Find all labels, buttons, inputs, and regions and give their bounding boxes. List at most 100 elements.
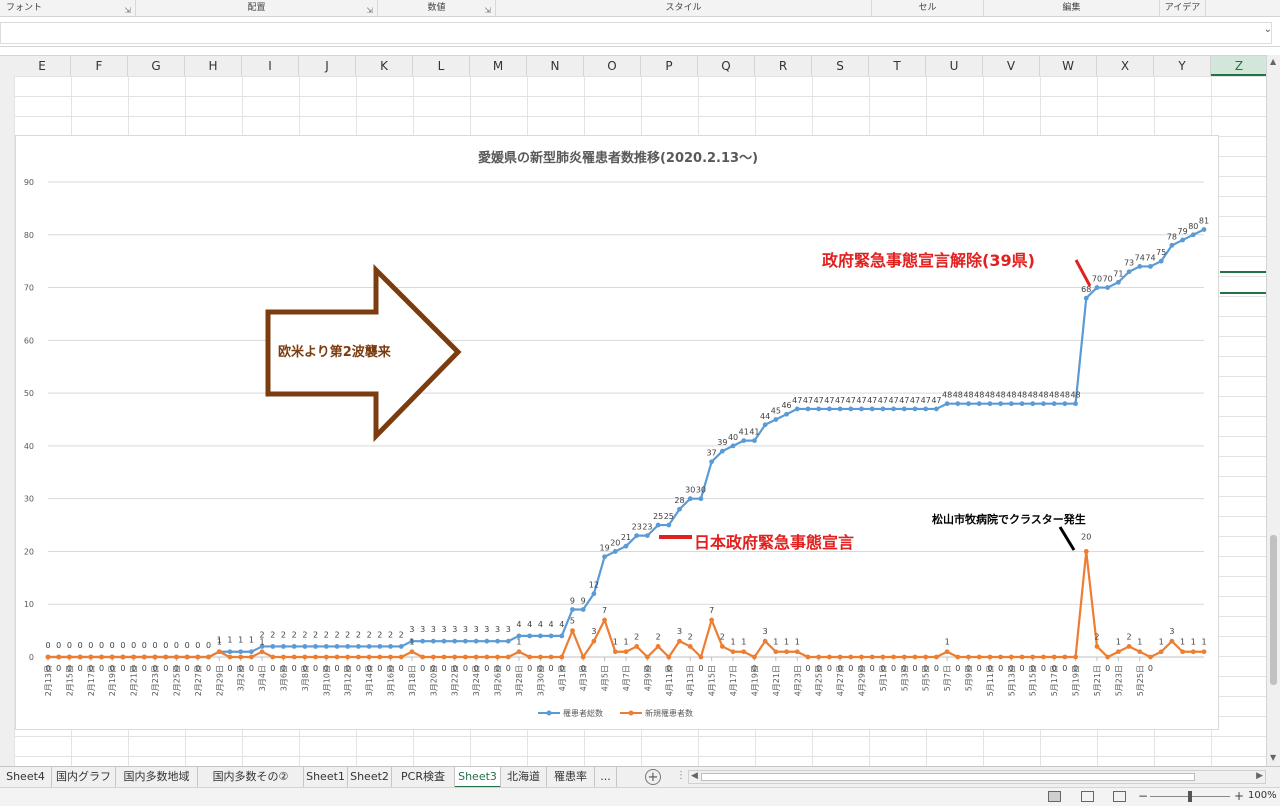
ribbon-group-alignment[interactable]: 配置 ⇲ (136, 0, 378, 16)
data-label: 0 (270, 664, 275, 673)
data-point (1041, 654, 1046, 660)
data-point (216, 649, 222, 655)
zoom-slider-knob[interactable] (1188, 791, 1192, 802)
column-header-m[interactable]: M (470, 56, 527, 76)
data-label: 3 (763, 627, 768, 636)
zoom-out-button[interactable]: − (1138, 789, 1148, 803)
legend-marker-total (546, 710, 552, 716)
data-point (934, 654, 939, 660)
data-point (612, 549, 618, 554)
data-label: 2 (345, 630, 350, 639)
column-header-u[interactable]: U (926, 56, 983, 76)
x-tick-label: 4月13日 (686, 665, 695, 696)
sheet-tab[interactable]: Sheet2 (348, 767, 392, 788)
column-header-r[interactable]: R (755, 56, 812, 76)
data-label: 2 (324, 630, 329, 639)
x-tick-label: 3月18日 (408, 665, 417, 696)
sheet-tab[interactable]: Sheet3 (455, 767, 501, 788)
scroll-left-icon[interactable]: ◀ (691, 771, 698, 781)
sheet-tab[interactable]: Sheet4 (0, 767, 52, 788)
sheet-tab[interactable]: Sheet1 (304, 767, 348, 788)
data-point (1030, 401, 1036, 407)
column-header-i[interactable]: I (242, 56, 299, 76)
dialog-launcher-icon[interactable]: ⇲ (124, 3, 131, 19)
sheet-tab[interactable]: PCR検査 (392, 767, 455, 788)
column-header-s[interactable]: S (812, 56, 869, 76)
ribbon-group-styles[interactable]: スタイル (496, 0, 872, 16)
sheet-tab[interactable]: 国内多数その② (198, 767, 304, 788)
page-layout-view-icon[interactable] (1081, 791, 1094, 802)
page-break-view-icon[interactable] (1113, 791, 1126, 802)
column-header-l[interactable]: L (413, 56, 470, 76)
ribbon-group-number[interactable]: 数値 ⇲ (378, 0, 496, 16)
sheet-tab[interactable]: 罹患率 (547, 767, 595, 788)
scroll-right-icon[interactable]: ▶ (1256, 771, 1263, 781)
zoom-level[interactable]: 100% (1248, 790, 1277, 801)
cluster-callout-line (1058, 526, 1076, 551)
scroll-up-icon[interactable]: ▲ (1270, 57, 1276, 66)
data-label: 28 (674, 496, 684, 505)
column-header-k[interactable]: K (356, 56, 413, 76)
column-header-j[interactable]: J (299, 56, 356, 76)
more-sheets-button[interactable]: ... (595, 767, 617, 788)
horizontal-scrollbar[interactable]: ◀ ▶ (688, 770, 1266, 784)
column-header-y[interactable]: Y (1154, 56, 1211, 76)
column-header-q[interactable]: Q (698, 56, 755, 76)
chevron-down-icon[interactable]: ⌄ (1264, 24, 1272, 35)
column-header-f[interactable]: F (71, 56, 128, 76)
data-label: 1 (260, 638, 265, 647)
data-label: 2 (388, 630, 393, 639)
data-point (741, 438, 747, 444)
data-label: 0 (345, 664, 350, 673)
normal-view-icon[interactable] (1048, 791, 1061, 802)
data-point (281, 654, 286, 660)
dialog-launcher-icon[interactable]: ⇲ (484, 3, 491, 19)
data-label: 48 (996, 391, 1006, 400)
column-header-g[interactable]: G (128, 56, 185, 76)
scroll-down-icon[interactable]: ▼ (1270, 753, 1276, 762)
column-header-v[interactable]: V (983, 56, 1040, 76)
add-sheet-icon[interactable]: + (645, 769, 661, 785)
column-header-o[interactable]: O (584, 56, 641, 76)
line-chart[interactable]: 愛媛県の新型肺炎罹患者数推移(2020.2.13〜) 0 10 20 30 40 50 60… (15, 135, 1219, 730)
column-header-h[interactable]: H (185, 56, 242, 76)
ribbon-group-editing[interactable]: 編集 (984, 0, 1160, 16)
formula-input[interactable] (0, 22, 1272, 44)
data-label: 4 (538, 620, 543, 629)
column-header-x[interactable]: X (1097, 56, 1154, 76)
data-point (281, 644, 286, 649)
data-label: 0 (367, 664, 372, 673)
data-point (1008, 401, 1014, 407)
column-header-t[interactable]: T (869, 56, 926, 76)
column-header-p[interactable]: P (641, 56, 698, 76)
data-point (709, 617, 715, 623)
column-header-w[interactable]: W (1040, 56, 1097, 76)
ribbon-group-ideas[interactable]: アイデア (1160, 0, 1206, 16)
data-label: 0 (891, 664, 896, 673)
tab-splitter-icon[interactable]: ⋮ (676, 770, 686, 781)
sheet-tab[interactable]: 北海道 (501, 767, 547, 788)
data-label: 4 (527, 620, 532, 629)
column-header-n[interactable]: N (527, 56, 584, 76)
data-label: 7 (709, 606, 714, 615)
sheet-tab[interactable]: 国内多数地域 (116, 767, 198, 788)
data-point (976, 654, 982, 660)
horizontal-scroll-thumb[interactable] (701, 773, 1195, 781)
data-label: 1 (1116, 638, 1121, 647)
data-label: 0 (495, 664, 500, 673)
dialog-launcher-icon[interactable]: ⇲ (366, 3, 373, 19)
column-header-z[interactable]: Z (1211, 56, 1268, 76)
data-point (1083, 549, 1089, 554)
data-label: 47 (888, 396, 898, 405)
vertical-scroll-thumb[interactable] (1270, 535, 1277, 685)
ribbon-group-font[interactable]: フォント ⇲ (0, 0, 136, 16)
column-header-e[interactable]: E (14, 56, 71, 76)
data-label: 1 (945, 638, 950, 647)
zoom-in-button[interactable]: + (1234, 789, 1244, 803)
vertical-scrollbar[interactable]: ▲ ▼ (1266, 55, 1280, 766)
data-label: 2 (399, 630, 404, 639)
ribbon-group-cells[interactable]: セル (872, 0, 984, 16)
sheet-tab[interactable]: 国内グラフ (52, 767, 116, 788)
data-label: 25 (653, 512, 663, 521)
data-point (934, 406, 939, 412)
